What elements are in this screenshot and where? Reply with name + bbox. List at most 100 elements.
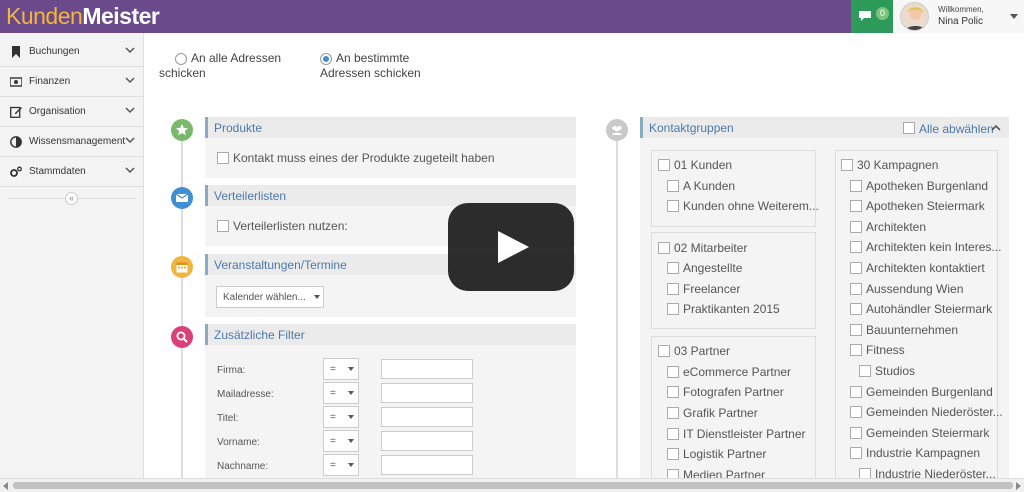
group-label: Fitness <box>866 343 905 357</box>
group-label: Architekten kontaktiert <box>866 261 985 275</box>
timeline-left <box>181 130 183 492</box>
radio-specific-addresses-label[interactable]: An bestimmte Adressen schicken <box>320 51 421 81</box>
group-label: Autohändler Steiermark <box>866 302 993 316</box>
users-icon <box>612 126 622 135</box>
cogs-icon <box>10 166 22 177</box>
chevron-up-icon[interactable] <box>991 124 1001 132</box>
group-label: 02 Mitarbeiter <box>674 241 748 255</box>
group-checkbox[interactable] <box>667 407 679 419</box>
bookmark-icon <box>12 46 20 58</box>
step-veranstaltungen <box>171 256 193 278</box>
filter-operator-select[interactable]: = <box>323 430 359 452</box>
filter-nachname-input[interactable] <box>381 455 473 475</box>
scrollbar-thumb[interactable] <box>13 482 1013 489</box>
group-checkbox[interactable] <box>859 365 871 377</box>
group-checkbox[interactable] <box>658 345 670 357</box>
group-checkbox[interactable] <box>850 386 862 398</box>
group-checkbox[interactable] <box>667 428 679 440</box>
group-label: Architekten <box>866 220 927 234</box>
verteilerlisten-checkbox[interactable] <box>217 220 229 232</box>
group-label: IT Dienstleister Partner <box>683 427 806 441</box>
group-checkbox[interactable] <box>850 241 862 253</box>
scroll-left-icon[interactable] <box>3 482 8 490</box>
filter-firma-input[interactable] <box>381 359 473 379</box>
sidebar-item-organisation[interactable]: Organisation <box>0 97 143 127</box>
caret-down-icon <box>314 295 320 299</box>
group-label: Freelancer <box>683 282 741 296</box>
caret-down-icon <box>348 391 354 395</box>
group-checkbox[interactable] <box>667 386 679 398</box>
group-checkbox[interactable] <box>667 283 679 295</box>
group-checkbox[interactable] <box>658 242 670 254</box>
group-label: Studios <box>875 364 916 378</box>
group-checkbox[interactable] <box>850 200 862 212</box>
user-menu[interactable]: Willkommen, Nina Polic <box>893 0 1024 33</box>
contrast-icon <box>10 136 22 148</box>
group-checkbox[interactable] <box>850 447 862 459</box>
group-label: 03 Partner <box>674 344 731 358</box>
filter-operator-select[interactable]: = <box>323 358 359 380</box>
section-filter-body: Firma: = Mailadresse: = Titel: = Vorname… <box>205 345 576 478</box>
filter-vorname-input[interactable] <box>381 431 473 451</box>
user-name: Nina Polic <box>938 16 984 27</box>
envelope-icon <box>176 193 188 202</box>
filter-operator-select[interactable]: = <box>323 454 359 476</box>
group-checkbox[interactable] <box>850 283 862 295</box>
sidebar-item-wissensmanagement[interactable]: Wissensmanagement <box>0 127 143 157</box>
group-label: Apotheken Burgenland <box>866 179 989 193</box>
avatar <box>900 2 929 31</box>
group-label: eCommerce Partner <box>683 365 792 379</box>
group-checkbox[interactable] <box>850 303 862 315</box>
radio-all-addresses-label[interactable]: An alle Adressen schicken <box>159 51 281 81</box>
chevron-down-icon <box>125 137 135 144</box>
calendar-select[interactable]: Kalender wählen... <box>216 286 324 308</box>
group-checkbox[interactable] <box>667 366 679 378</box>
sidebar-collapse-button[interactable]: « <box>65 192 78 205</box>
group-checkbox[interactable] <box>850 221 862 233</box>
group-checkbox[interactable] <box>850 180 862 192</box>
step-filter <box>171 326 193 348</box>
section-kontaktgruppen-body: 01 Kunden A Kunden Kunden ohne Weiterem.… <box>640 138 1009 486</box>
sidebar-item-buchungen[interactable]: Buchungen <box>0 37 143 67</box>
group-checkbox[interactable] <box>667 303 679 315</box>
filter-titel-input[interactable] <box>381 407 473 427</box>
video-play-button[interactable] <box>448 203 574 291</box>
group-checkbox[interactable] <box>667 448 679 460</box>
group-label: Praktikanten 2015 <box>683 302 780 316</box>
chat-count-badge: 0 <box>876 7 889 20</box>
group-checkbox[interactable] <box>850 262 862 274</box>
group-checkbox[interactable] <box>850 427 862 439</box>
filter-mailadresse-input[interactable] <box>381 383 473 403</box>
group-checkbox[interactable] <box>850 406 862 418</box>
group-checkbox[interactable] <box>841 159 853 171</box>
group-label: Logistik Partner <box>683 447 767 461</box>
caret-down-icon <box>348 463 354 467</box>
group-checkbox[interactable] <box>667 200 679 212</box>
chat-button[interactable]: 0 <box>851 0 893 33</box>
group-label: Apotheken Steiermark <box>866 199 985 213</box>
group-checkbox[interactable] <box>658 159 670 171</box>
caret-down-icon[interactable] <box>1010 14 1018 19</box>
group-checkbox[interactable] <box>850 324 862 336</box>
group-label: Grafik Partner <box>683 406 758 420</box>
scroll-right-icon[interactable] <box>1016 482 1021 490</box>
group-label: Industrie Kampagnen <box>866 446 981 460</box>
filter-operator-select[interactable]: = <box>323 382 359 404</box>
horizontal-scrollbar[interactable] <box>0 478 1024 492</box>
deselect-all-checkbox[interactable] <box>903 122 915 134</box>
star-icon <box>176 124 188 136</box>
group-checkbox[interactable] <box>667 180 679 192</box>
filter-operator-select[interactable]: = <box>323 406 359 428</box>
group-checkbox[interactable] <box>850 344 862 356</box>
produkte-checkbox[interactable] <box>217 152 229 164</box>
sidebar-item-finanzen[interactable]: Finanzen <box>0 67 143 97</box>
deselect-all-label[interactable]: Alle abwählen <box>919 122 994 136</box>
chevron-down-icon <box>125 47 135 54</box>
group-checkbox[interactable] <box>667 262 679 274</box>
group-label: Kunden ohne Weiterem... <box>683 199 819 213</box>
app-logo[interactable]: KundenMeister <box>6 3 160 29</box>
sidebar-item-stammdaten[interactable]: Stammdaten <box>0 157 143 187</box>
group-label: Bauunternehmen <box>866 323 959 337</box>
chat-icon <box>859 11 871 21</box>
group-label: Gemeinden Burgenland <box>866 385 993 399</box>
